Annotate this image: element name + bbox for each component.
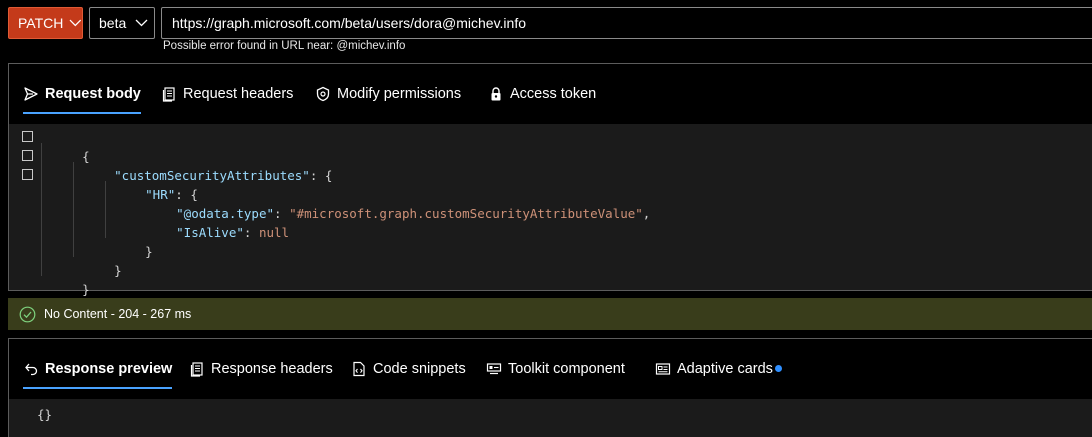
tab-request-body[interactable]: Request body [23, 64, 141, 124]
code-line: { [37, 128, 90, 164]
tab-response-headers[interactable]: Response headers [189, 339, 333, 399]
active-tab-indicator [23, 112, 141, 114]
lock-icon [491, 87, 501, 101]
tab-label: Request headers [183, 86, 294, 102]
tab-code-snippets[interactable]: Code snippets [351, 339, 466, 399]
json-null-value: null [258, 225, 290, 240]
chevron-down-icon [135, 19, 148, 27]
url-error-message: Possible error found in URL near: @miche… [163, 40, 406, 52]
tab-label: Response headers [211, 361, 333, 377]
tab-label: Toolkit component [508, 361, 625, 377]
card-icon [655, 363, 671, 375]
tab-label: Code snippets [373, 361, 466, 377]
tab-toolkit-component[interactable]: Toolkit component [486, 339, 625, 399]
code-line: "customSecurityAttributes": { [69, 147, 332, 183]
tab-label: Modify permissions [337, 86, 462, 102]
api-version-dropdown[interactable]: beta [89, 7, 155, 39]
document-icon [190, 362, 203, 377]
response-tab-bar: Response preview Response headers Code s… [9, 339, 1092, 399]
json-key: "IsAlive" [176, 225, 244, 240]
shield-icon [316, 86, 330, 102]
code-line: "@odata.type": "#microsoft.graph.customS… [131, 185, 650, 221]
tab-label: Access token [510, 86, 597, 102]
request-body-editor[interactable]: { "customSecurityAttributes": { "HR": { … [9, 124, 1092, 297]
status-text: No Content - 204 - 267 ms [44, 307, 192, 321]
active-tab-indicator [23, 387, 173, 389]
code-token: } [145, 244, 153, 259]
code-token: : [243, 225, 259, 240]
code-line: } [37, 261, 90, 297]
json-string-value: "#microsoft.graph.customSecurityAttribut… [289, 206, 643, 221]
tab-response-preview[interactable]: Response preview [23, 339, 173, 399]
fold-toggle[interactable] [22, 150, 33, 161]
code-line: {} [37, 407, 53, 422]
http-method-dropdown[interactable]: PATCH [8, 7, 83, 39]
response-panel: Response preview Response headers Code s… [8, 338, 1092, 437]
url-input[interactable] [161, 7, 1092, 39]
tab-access-token[interactable]: Access token [488, 64, 596, 124]
notification-dot [775, 365, 782, 372]
tab-label: Response preview [45, 361, 173, 377]
code-line: "HR": { [100, 166, 198, 202]
undo-icon [25, 363, 38, 376]
tab-adaptive-cards[interactable]: Adaptive cards [655, 339, 773, 399]
http-method-label: PATCH [18, 15, 64, 31]
code-file-icon [353, 361, 365, 377]
request-panel: Request body Request headers Modify perm… [8, 63, 1092, 297]
code-line: } [100, 223, 153, 259]
code-token: } [82, 282, 90, 297]
code-token: , [642, 206, 651, 221]
code-line: } [69, 242, 122, 278]
tab-request-headers[interactable]: Request headers [161, 64, 293, 124]
toolkit-icon [486, 363, 502, 375]
fold-toggle[interactable] [22, 131, 33, 142]
tab-modify-permissions[interactable]: Modify permissions [315, 64, 461, 124]
chevron-down-icon [69, 19, 82, 27]
code-line: "IsAlive": null [131, 204, 289, 240]
send-icon [24, 87, 38, 101]
api-version-label: beta [99, 15, 127, 31]
response-status-bar: No Content - 204 - 267 ms [8, 298, 1092, 330]
fold-toggle[interactable] [22, 169, 33, 180]
response-body-viewer[interactable]: {} [9, 399, 1092, 437]
check-circle-icon [19, 306, 36, 322]
code-token: : { [309, 168, 333, 183]
tab-label: Request body [45, 86, 141, 102]
code-token: } [114, 263, 122, 278]
request-tab-bar: Request body Request headers Modify perm… [9, 64, 1092, 124]
tab-label: Adaptive cards [677, 361, 773, 377]
document-icon [162, 87, 175, 102]
